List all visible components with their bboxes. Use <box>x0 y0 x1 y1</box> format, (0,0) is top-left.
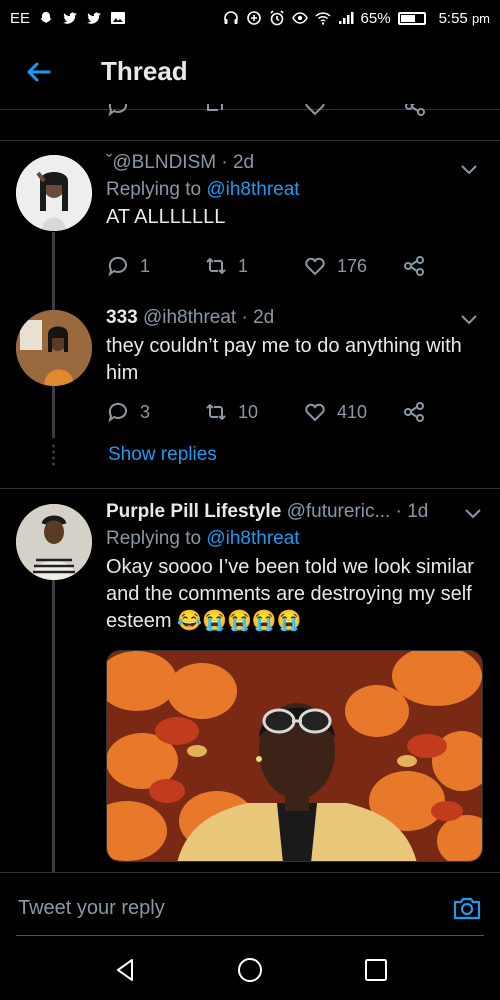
retweet-icon <box>206 257 226 275</box>
share-icon <box>404 256 424 276</box>
tweet-text: Okay soooo I’ve been told we look simila… <box>106 556 474 632</box>
like-icon <box>305 257 325 276</box>
tweet-media-image[interactable] <box>106 650 483 862</box>
headphones-icon <box>223 11 238 24</box>
thread-connector <box>52 232 55 312</box>
photo <box>107 651 482 861</box>
tweet-divider <box>0 488 500 489</box>
reply-count: 3 <box>140 401 151 422</box>
signal-icon <box>338 12 354 24</box>
share-icon <box>404 402 424 422</box>
emoji-sequence: 😂😭😭😭😭 <box>177 610 302 632</box>
tweet-time: · 2d <box>221 152 255 173</box>
like-button[interactable]: 410 <box>303 400 367 424</box>
avatar-image <box>16 504 92 580</box>
tweet-divider <box>0 140 500 141</box>
like-count: 410 <box>337 401 368 422</box>
reply-input[interactable]: Tweet your reply <box>18 897 165 920</box>
clock: 5:55 pm <box>438 9 490 27</box>
tweet-handle[interactable]: ˇ@BLNDISM <box>106 152 216 173</box>
chevron-down-icon[interactable] <box>464 508 482 520</box>
system-nav-bar <box>0 940 500 1000</box>
avatar-image <box>16 310 92 386</box>
retweet-count: 10 <box>238 401 259 422</box>
tweet-meta: ˇ@BLNDISM · 2d <box>106 152 484 174</box>
replying-to-link[interactable]: @ih8threat <box>206 179 299 200</box>
eye-comfort-icon <box>291 12 308 24</box>
alarm-icon <box>269 10 284 26</box>
like-button[interactable]: 176 <box>303 254 367 278</box>
retweet-icon <box>206 403 226 421</box>
avatar[interactable] <box>16 155 92 231</box>
tweet-handle[interactable]: @ih8threat <box>143 307 236 328</box>
reply-input-underline <box>16 935 484 936</box>
avatar[interactable] <box>16 310 92 386</box>
tweet-display-name[interactable]: 333 <box>106 307 138 328</box>
reply-icon[interactable] <box>106 104 130 118</box>
replying-to: Replying to @ih8threat <box>106 179 300 200</box>
share-icon[interactable] <box>403 104 427 118</box>
thread-dots <box>52 444 55 466</box>
tweet-text: AT ALLLLLLL <box>106 206 226 228</box>
thread-connector <box>52 386 55 438</box>
tweet-actions: 1 1 176 <box>106 254 436 280</box>
reply-icon <box>108 402 127 423</box>
nav-home-icon[interactable] <box>236 956 264 984</box>
share-button[interactable] <box>402 254 426 278</box>
replying-to-link[interactable]: @ih8threat <box>206 528 299 549</box>
wifi-icon <box>315 12 331 25</box>
reply-icon <box>108 256 127 277</box>
tweet-text: they couldn’t pay me to do anything with… <box>106 335 462 384</box>
tweet-actions: 3 10 410 <box>106 400 436 426</box>
nav-recents-icon[interactable] <box>362 956 390 984</box>
page-title: Thread <box>101 56 188 86</box>
avatar-image <box>16 155 92 231</box>
reply-count: 1 <box>140 255 151 276</box>
twitter-icon <box>63 12 78 24</box>
battery-icon <box>397 11 426 25</box>
back-arrow-icon[interactable] <box>22 56 54 88</box>
tweet-time: · 2d <box>241 307 275 328</box>
show-replies-link[interactable]: Show replies <box>108 444 217 466</box>
reply-button[interactable]: 1 <box>106 254 150 278</box>
nav-back-icon[interactable] <box>112 956 140 984</box>
replying-to: Replying to @ih8threat <box>106 528 300 549</box>
share-button[interactable] <box>402 400 426 424</box>
like-icon <box>305 403 325 422</box>
retweet-count: 1 <box>238 255 249 276</box>
app-header: Thread <box>0 40 500 104</box>
reply-button[interactable]: 3 <box>106 400 150 424</box>
tweet-time: · 1d <box>395 501 429 522</box>
battery-percent: 65% <box>360 9 391 27</box>
tweet-handle[interactable]: @futureric... <box>287 501 391 522</box>
twitter-icon <box>87 12 102 24</box>
like-icon[interactable] <box>303 104 327 118</box>
tweet-meta: 333 @ih8threat · 2d <box>106 307 484 329</box>
data-saver-icon <box>246 11 261 25</box>
retweet-icon[interactable] <box>203 104 227 118</box>
status-bar: EE 65% 5:55 pm <box>0 0 500 36</box>
chevron-down-icon[interactable] <box>460 164 478 176</box>
like-count: 176 <box>337 255 368 276</box>
retweet-button[interactable]: 1 <box>204 254 248 278</box>
retweet-button[interactable]: 10 <box>204 400 258 424</box>
chevron-down-icon[interactable] <box>460 314 478 326</box>
thread-connector <box>52 580 55 872</box>
carrier-label: EE <box>10 9 31 27</box>
snapchat-icon <box>40 12 52 23</box>
avatar[interactable] <box>16 504 92 580</box>
image-icon <box>111 12 126 24</box>
camera-icon[interactable] <box>452 893 482 923</box>
reply-composer: Tweet your reply <box>0 872 500 936</box>
tweet-display-name[interactable]: Purple Pill Lifestyle <box>106 501 281 522</box>
tweet-meta: Purple Pill Lifestyle @futureric... · 1d <box>106 501 484 523</box>
previous-tweet-actions <box>0 104 500 124</box>
